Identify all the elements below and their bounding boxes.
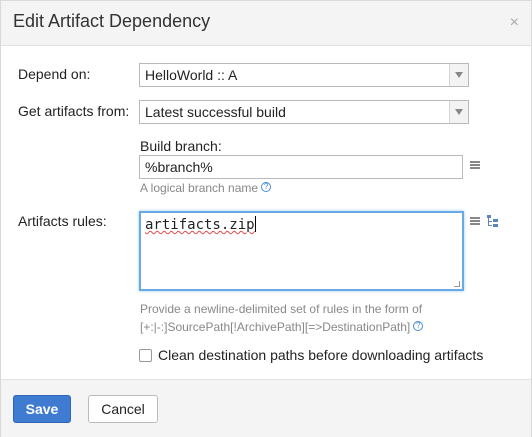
depend-on-label: Depend on: [18, 66, 91, 82]
artifacts-rules-description-line2: [+:|-:]SourcePath[!ArchivePath][=>Destin… [140, 320, 411, 334]
artifacts-rules-description-line1: Provide a newline-delimited set of rules… [140, 302, 423, 316]
build-branch-hint: A logical branch name? [140, 181, 272, 195]
text-caret [254, 216, 256, 232]
help-icon[interactable]: ? [413, 321, 424, 331]
dialog-titlebar: Edit Artifact Dependency × [1, 1, 531, 46]
list-icon[interactable] [470, 161, 480, 169]
save-button[interactable]: Save [13, 395, 71, 423]
build-branch-label: Build branch: [140, 138, 222, 154]
build-branch-input[interactable]: %branch% [139, 155, 463, 179]
depend-on-value: HelloWorld :: A [145, 67, 238, 83]
edit-artifact-dependency-dialog: Edit Artifact Dependency × Depend on: He… [0, 0, 532, 437]
dialog-footer: Save Cancel [1, 379, 531, 437]
dialog-title: Edit Artifact Dependency [13, 11, 211, 31]
artifacts-rules-description: Provide a newline-delimited set of rules… [140, 300, 424, 336]
cancel-button[interactable]: Cancel [88, 395, 158, 423]
clean-destination-checkbox[interactable] [139, 349, 152, 362]
chevron-down-icon [449, 64, 468, 86]
help-icon[interactable]: ? [261, 182, 272, 192]
artifacts-rules-description-line2-wrap: [+:|-:]SourcePath[!ArchivePath][=>Destin… [140, 318, 424, 336]
get-artifacts-label: Get artifacts from: [18, 103, 130, 119]
artifacts-rules-label: Artifacts rules: [18, 213, 107, 229]
build-branch-hint-text: A logical branch name [140, 181, 259, 195]
list-icon[interactable] [470, 217, 480, 225]
tree-icon[interactable] [487, 215, 498, 227]
depend-on-select[interactable]: HelloWorld :: A [139, 63, 469, 87]
chevron-down-icon [449, 101, 468, 123]
clean-destination-label[interactable]: Clean destination paths before downloadi… [158, 347, 483, 363]
artifacts-rules-textarea[interactable]: artifacts.zip [139, 211, 464, 291]
artifacts-rules-value: artifacts.zip [145, 217, 255, 233]
get-artifacts-select[interactable]: Latest successful build [139, 100, 469, 124]
close-icon[interactable]: × [510, 14, 519, 32]
resize-handle-icon[interactable] [454, 281, 460, 287]
get-artifacts-value: Latest successful build [145, 104, 286, 120]
